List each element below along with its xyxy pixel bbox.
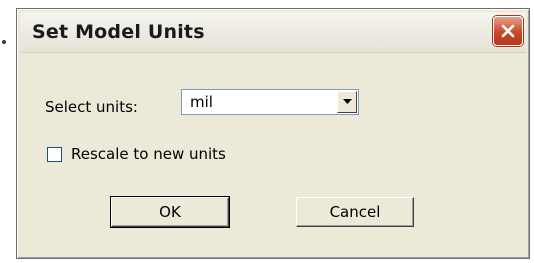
close-icon xyxy=(501,24,515,38)
rescale-checkbox[interactable] xyxy=(47,146,62,162)
units-row: Select units: xyxy=(45,95,138,119)
rescale-option[interactable]: Rescale to new units xyxy=(47,145,226,163)
dropdown-button[interactable] xyxy=(337,91,357,113)
edge-mark xyxy=(2,40,6,44)
rescale-label: Rescale to new units xyxy=(71,145,226,163)
dialog-title: Set Model Units xyxy=(32,21,205,43)
ok-button[interactable]: OK xyxy=(110,196,230,228)
title-bar[interactable]: Set Model Units xyxy=(20,12,526,53)
units-select-value: mil xyxy=(190,93,213,111)
set-model-units-dialog: Set Model Units Select units: mil Rescal… xyxy=(16,8,530,259)
close-button[interactable] xyxy=(493,16,523,46)
units-select[interactable]: mil xyxy=(181,89,359,115)
cancel-button[interactable]: Cancel xyxy=(296,197,414,227)
chevron-down-icon xyxy=(342,99,352,104)
select-units-label: Select units: xyxy=(45,98,138,116)
